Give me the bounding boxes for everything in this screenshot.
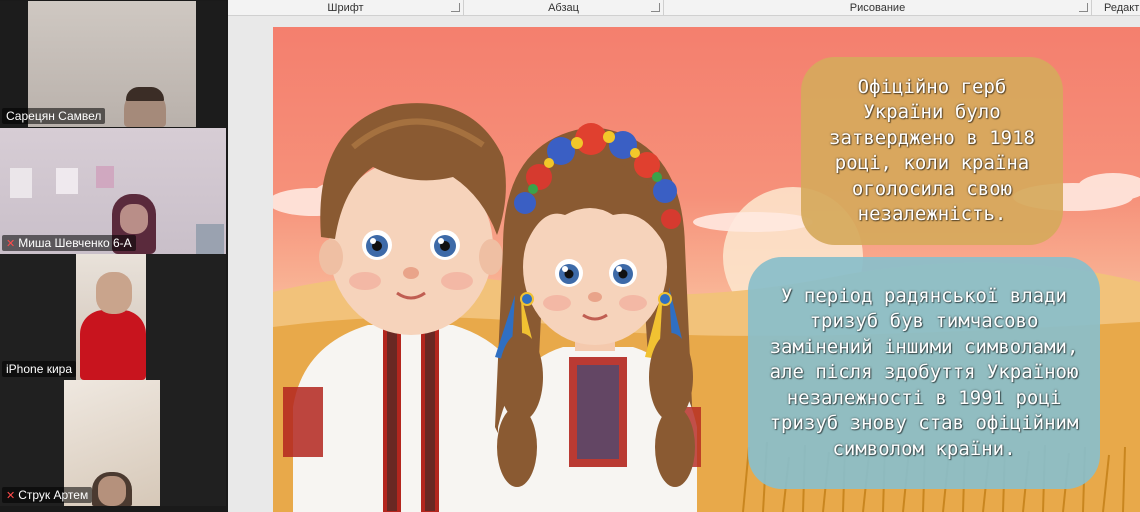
participant-name-tag: ✕ Миша Шевченко 6-А (2, 235, 136, 251)
ribbon-group-font[interactable]: Шрифт (228, 0, 464, 16)
dialog-launcher-icon[interactable] (651, 3, 660, 12)
ribbon-group-labels: Шрифт Абзац Рисование Редакт (228, 0, 1140, 16)
participant-name: Миша Шевченко 6-А (18, 236, 132, 250)
ribbon-group-label: Рисование (849, 2, 906, 14)
participant-name: iPhone кира (6, 362, 72, 376)
fact-text-1918: Офіційно герб України було затверджено в… (829, 75, 1035, 226)
participant-tile[interactable]: ✕ Струк Артем (0, 380, 226, 506)
participant-name-tag: ✕ Струк Артем (2, 487, 93, 503)
participant-tile[interactable]: iPhone кира (0, 254, 226, 380)
mic-off-icon: ✕ (6, 237, 16, 250)
participant-tile[interactable]: ✕ Миша Шевченко 6-А (0, 128, 226, 254)
dialog-launcher-icon[interactable] (1079, 3, 1088, 12)
participant-name-tag: iPhone кира (2, 361, 76, 377)
ribbon-group-label: Шрифт (327, 2, 364, 14)
ribbon-group-editing[interactable]: Редакт (1092, 0, 1140, 16)
participant-tile[interactable]: Сарецян Самвел (0, 1, 226, 127)
participant-name: Струк Артем (18, 488, 89, 502)
fact-box-1918: Офіційно герб України було затверджено в… (801, 57, 1063, 245)
ribbon-group-label: Редакт (1104, 2, 1140, 14)
ribbon-group-drawing[interactable]: Рисование (664, 0, 1092, 16)
fact-box-1991: У період радянської влади тризуб був тим… (748, 257, 1100, 489)
presentation-slide: Офіційно герб України було затверджено в… (273, 27, 1140, 512)
participant-name-tag: Сарецян Самвел (2, 108, 106, 124)
fact-text-1991: У період радянської влади тризуб був тим… (769, 284, 1079, 460)
ribbon-group-label: Абзац (548, 2, 579, 14)
participant-gallery: Сарецян Самвел ✕ Миша Шевченко 6-А iPhon… (0, 0, 228, 512)
dialog-launcher-icon[interactable] (451, 3, 460, 12)
ribbon-group-paragraph[interactable]: Абзац (464, 0, 664, 16)
participant-name: Сарецян Самвел (6, 109, 102, 123)
mic-off-icon: ✕ (6, 489, 16, 502)
